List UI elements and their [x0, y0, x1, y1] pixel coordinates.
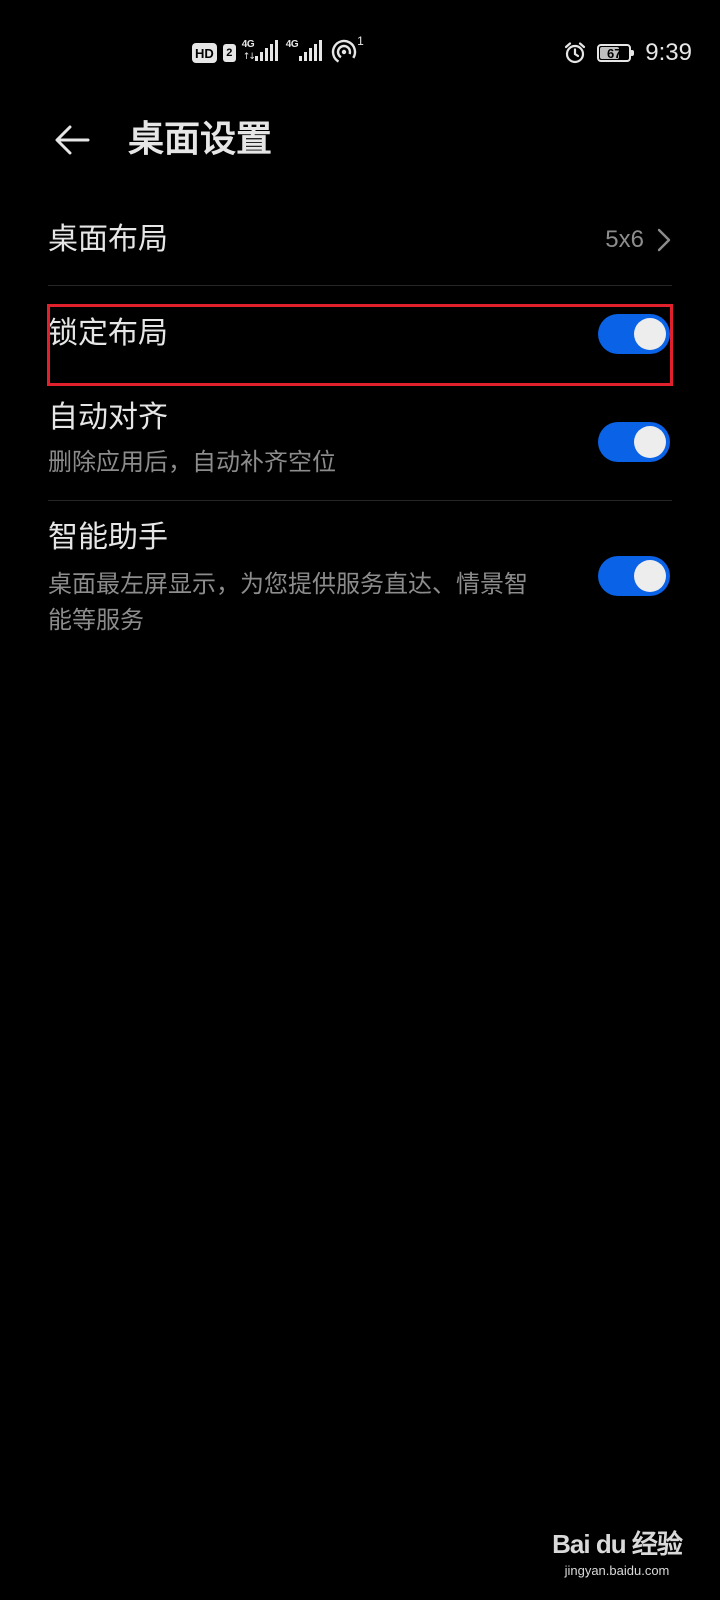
setting-auto-align[interactable]: 自动对齐 删除应用后，自动补齐空位: [48, 398, 672, 498]
alarm-icon: [565, 42, 586, 64]
hotspot-glyph: [331, 39, 356, 65]
setting-smart-assistant-title: 智能助手: [48, 520, 168, 555]
network-type-2: 4G: [285, 39, 299, 50]
status-time: 9:39: [645, 39, 692, 66]
setting-smart-assistant[interactable]: 智能助手 桌面最左屏显示，为您提供服务直达、情景智能等服务: [48, 518, 672, 648]
status-bar-left: HD 2 4G ↑↓ 4G 1: [192, 34, 364, 68]
toggle-knob: [634, 426, 666, 458]
hotspot-icon: 1: [330, 34, 364, 68]
baidu-jingyan-watermark: Bai du 经验 jingyan.baidu.com: [542, 1524, 692, 1578]
watermark-logo: Bai du 经验: [542, 1524, 692, 1561]
setting-desktop-layout[interactable]: 桌面布局 5x6: [48, 200, 672, 282]
setting-smart-assistant-subtitle: 桌面最左屏显示，为您提供服务直达、情景智能等服务: [48, 570, 528, 634]
setting-desktop-layout-value: 5x6: [605, 226, 644, 253]
page-title: 桌面设置: [128, 119, 273, 160]
back-button[interactable]: [44, 112, 100, 168]
status-bar-right: 67 9:39: [563, 38, 692, 68]
back-arrow-icon: [55, 125, 90, 155]
signal-sim2-icon: 4G: [286, 39, 324, 67]
status-bar: HD 2 4G ↑↓ 4G 1 67 9:39: [0, 0, 720, 100]
toggle-knob: [634, 560, 666, 592]
app-header: 桌面设置: [0, 100, 720, 180]
auto-align-toggle[interactable]: [598, 422, 670, 462]
signal-bars-1: [254, 40, 278, 61]
data-activity-icon: ↑↓: [242, 52, 256, 62]
chevron-right-icon: [657, 228, 671, 252]
battery-percent: 67: [607, 45, 622, 61]
hd-sim-number: 2: [222, 44, 236, 62]
signal-sim1-icon: 4G ↑↓: [242, 39, 280, 67]
hotspot-count: 1: [357, 34, 364, 48]
setting-desktop-layout-title: 桌面布局: [48, 222, 168, 257]
highlight-annotation-box: [47, 304, 673, 386]
divider: [48, 500, 672, 501]
watermark-logo-text: Bai du 经验: [552, 1529, 683, 1559]
signal-bars-2: [298, 40, 322, 61]
network-type-1: 4G: [241, 39, 255, 50]
divider: [48, 285, 672, 286]
hd-voice-icon: HD: [192, 43, 217, 63]
watermark-url: jingyan.baidu.com: [564, 1563, 670, 1578]
smart-assistant-toggle[interactable]: [598, 556, 670, 596]
battery-icon: 67: [597, 44, 635, 62]
setting-desktop-layout-value-group: 5x6: [605, 222, 672, 258]
setting-auto-align-subtitle: 删除应用后，自动补齐空位: [48, 448, 336, 476]
setting-auto-align-title: 自动对齐: [48, 400, 168, 435]
